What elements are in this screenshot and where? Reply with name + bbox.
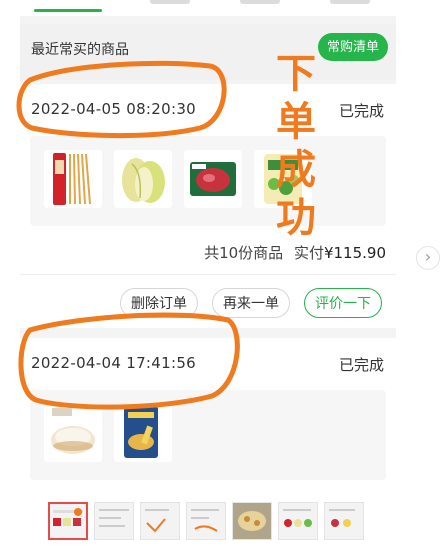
review-button[interactable]: 评价一下 [304, 288, 382, 318]
tab-stub[interactable] [150, 0, 190, 4]
tab-stub[interactable] [330, 0, 370, 4]
order-status: 已完成 [338, 356, 384, 374]
product-thumb-rice[interactable] [44, 404, 102, 462]
film-thumb[interactable] [140, 502, 180, 540]
frequent-products-title: 最近常买的商品 [31, 42, 129, 58]
product-thumb-snack[interactable] [114, 404, 172, 462]
order-status: 已完成 [338, 102, 384, 120]
order-card[interactable]: 2022-04-04 17:41:56 已完成 [20, 338, 396, 492]
product-thumb-cabbage[interactable] [114, 150, 172, 208]
annotation-char: 成 [276, 146, 316, 193]
reorder-button[interactable]: 再来一单 [212, 288, 290, 318]
screenshot-viewer: 最近常买的商品 常购清单 2022-04-05 08:20:30 已完成 共10… [0, 0, 444, 556]
frequent-products-bar: 最近常买的商品 常购清单 [20, 24, 396, 80]
film-thumb[interactable] [94, 502, 134, 540]
film-thumb[interactable] [232, 502, 272, 540]
order-summary: 共10份商品 实付¥115.90 [204, 242, 386, 263]
order-paid-amount: ¥115.90 [323, 244, 386, 262]
product-thumb-spaghetti[interactable] [44, 150, 102, 208]
order-time: 2022-04-05 08:20:30 [31, 100, 197, 118]
annotation-text: 下 单 成 功 [268, 50, 324, 242]
film-thumb[interactable] [186, 502, 226, 540]
order-goods-row[interactable] [30, 136, 386, 226]
annotation-char: 单 [276, 98, 316, 145]
tab-stub[interactable] [240, 0, 280, 4]
chevron-right-icon[interactable]: › [416, 246, 440, 270]
tab-indicator-active[interactable] [34, 9, 102, 12]
order-card[interactable]: 2022-04-05 08:20:30 已完成 共10份商品 实付¥115.90… [20, 84, 396, 328]
film-thumb[interactable] [278, 502, 318, 540]
divider [20, 274, 396, 275]
film-thumb[interactable] [324, 502, 364, 540]
order-time: 2022-04-04 17:41:56 [31, 354, 197, 372]
frequent-list-button[interactable]: 常购清单 [317, 33, 388, 61]
delete-order-button[interactable]: 删除订单 [120, 288, 198, 318]
order-item-count: 共10份商品 [204, 244, 284, 262]
order-list-screen: 最近常买的商品 常购清单 2022-04-05 08:20:30 已完成 共10… [20, 0, 396, 492]
film-thumb-active[interactable] [48, 502, 88, 540]
order-tabs [20, 0, 396, 16]
product-thumb-beef[interactable] [184, 150, 242, 208]
annotation-char: 下 [276, 50, 316, 97]
order-goods-row[interactable] [30, 390, 386, 480]
order-paid-label: 实付 [293, 244, 324, 262]
annotation-char: 功 [276, 194, 316, 241]
image-filmstrip [48, 502, 368, 542]
